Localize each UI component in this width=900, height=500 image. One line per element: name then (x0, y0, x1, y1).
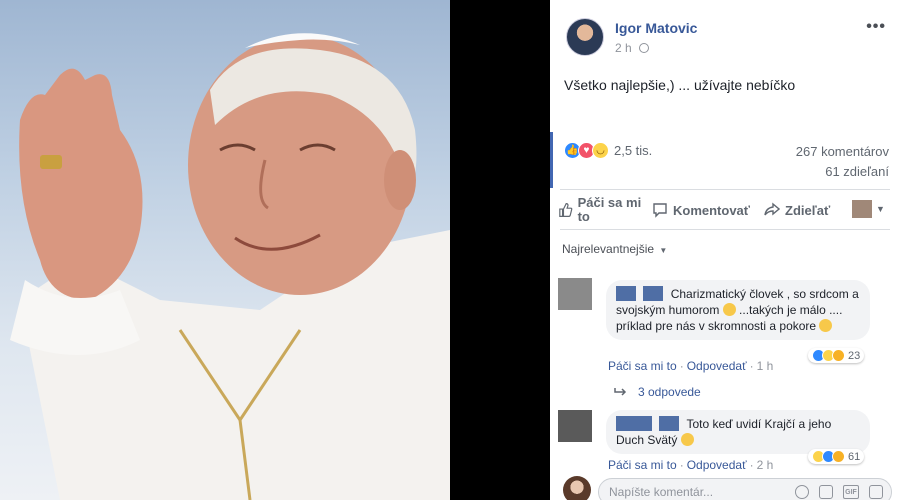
focus-indicator (550, 132, 553, 188)
commenter-avatar[interactable] (558, 410, 592, 442)
reaction-summary[interactable]: 👍 ♥ ◡ 2,5 tis. (564, 140, 652, 160)
author-name[interactable]: Igor Matovic (615, 20, 697, 36)
comment-actions: Páči sa mi to · Odpovedať · 1 h (608, 359, 774, 373)
comment-reaction-count: 61 (848, 450, 861, 463)
comment-reactions[interactable]: 23 (808, 348, 865, 363)
reaction-count: 2,5 tis. (614, 142, 653, 158)
smile-emoji-icon (722, 303, 736, 316)
chevron-down-icon: ▼ (876, 204, 885, 214)
current-user-avatar (563, 476, 591, 500)
wow-reaction-icon (832, 349, 845, 362)
action-bar: Páči sa mi to Komentovať Zdieľať ▼ (550, 192, 900, 228)
comment-reactions[interactable]: 61 (808, 449, 865, 464)
photo-illustration (10, 33, 450, 500)
page-selector[interactable]: ▼ (852, 200, 885, 218)
comment-item: Toto keď uvidí Krajčí a jeho Duch Svätý … (558, 408, 898, 472)
post-text: Všetko najlepšie,) ... užívajte nebíčko (564, 77, 796, 93)
shares-count[interactable]: 61 zdieľaní (796, 162, 889, 182)
commenter-name[interactable] (616, 416, 652, 431)
share-button[interactable]: Zdieľať (764, 202, 830, 218)
post-photo[interactable] (0, 0, 450, 500)
comment-bubble: Toto keď uvidí Krajčí a jeho Duch Svätý (606, 410, 870, 454)
replies-label: 3 odpovede (638, 385, 701, 399)
comment-icon (653, 203, 667, 218)
gif-icon[interactable]: GIF (843, 485, 859, 499)
share-icon (764, 202, 780, 216)
comment-sort-dropdown[interactable]: Najrelevantnejšie ▼ (562, 242, 667, 256)
grin-emoji-icon (819, 319, 833, 332)
author-avatar[interactable] (566, 18, 604, 56)
comment-composer: Napíšte komentár... GIF (550, 474, 900, 500)
thumbs-up-icon (559, 203, 573, 217)
comment-like-link[interactable]: Páči sa mi to (608, 458, 677, 472)
commenter-name[interactable] (643, 286, 664, 301)
comment-item: Charizmatický človek , so srdcom a svojs… (558, 278, 898, 378)
commenter-name[interactable] (616, 286, 636, 301)
commenter-avatar[interactable] (558, 278, 592, 310)
emoji-icon[interactable] (795, 485, 809, 499)
wow-reaction-icon (832, 450, 845, 463)
sticker-icon[interactable] (869, 485, 883, 499)
like-button-label: Páči sa mi to (577, 195, 642, 224)
view-replies-link[interactable]: 3 odpovede (614, 385, 701, 399)
comment-reply-link[interactable]: Odpovedať (687, 458, 747, 472)
comment-button[interactable]: Komentovať (652, 202, 750, 218)
comment-actions: Páči sa mi to · Odpovedať · 2 h (608, 458, 774, 472)
divider (560, 229, 890, 230)
haha-reaction-icon: ◡ (592, 141, 609, 159)
post-time[interactable]: 2 h (615, 41, 632, 55)
comment-reply-link[interactable]: Odpovedať (687, 359, 747, 373)
comment-button-label: Komentovať (673, 202, 751, 218)
comment-time[interactable]: 2 h (757, 458, 774, 472)
post-panel: Igor Matovic 2 h ••• Všetko najlepšie,) … (550, 0, 900, 500)
comment-time[interactable]: 1 h (757, 359, 774, 373)
post-header: Igor Matovic 2 h ••• (550, 0, 900, 60)
photo-viewer (0, 0, 550, 500)
camera-icon[interactable] (819, 485, 833, 499)
comment-bubble: Charizmatický človek , so srdcom a svojs… (606, 280, 870, 340)
reply-arrow-icon (614, 388, 627, 396)
more-options-icon[interactable]: ••• (866, 18, 886, 36)
comment-input[interactable]: Napíšte komentár... GIF (598, 478, 892, 500)
share-button-label: Zdieľať (785, 202, 831, 218)
comment-like-link[interactable]: Páči sa mi to (608, 359, 677, 373)
commenter-name[interactable] (659, 416, 680, 431)
post-meta: 2 h (615, 41, 650, 55)
sort-label: Najrelevantnejšie (562, 242, 655, 256)
page-avatar (852, 200, 872, 218)
like-button[interactable]: Páči sa mi to (558, 196, 650, 224)
globe-icon (639, 43, 650, 53)
chevron-down-icon: ▼ (659, 246, 668, 255)
composer-icons: GIF (795, 485, 883, 499)
grin-emoji-icon (680, 433, 694, 446)
engagement-counts: 267 komentárov 61 zdieľaní (796, 142, 889, 182)
comment-reaction-count: 23 (848, 349, 861, 362)
comment-input-placeholder: Napíšte komentár... (609, 485, 714, 499)
divider (560, 189, 890, 190)
comments-count[interactable]: 267 komentárov (796, 142, 889, 162)
